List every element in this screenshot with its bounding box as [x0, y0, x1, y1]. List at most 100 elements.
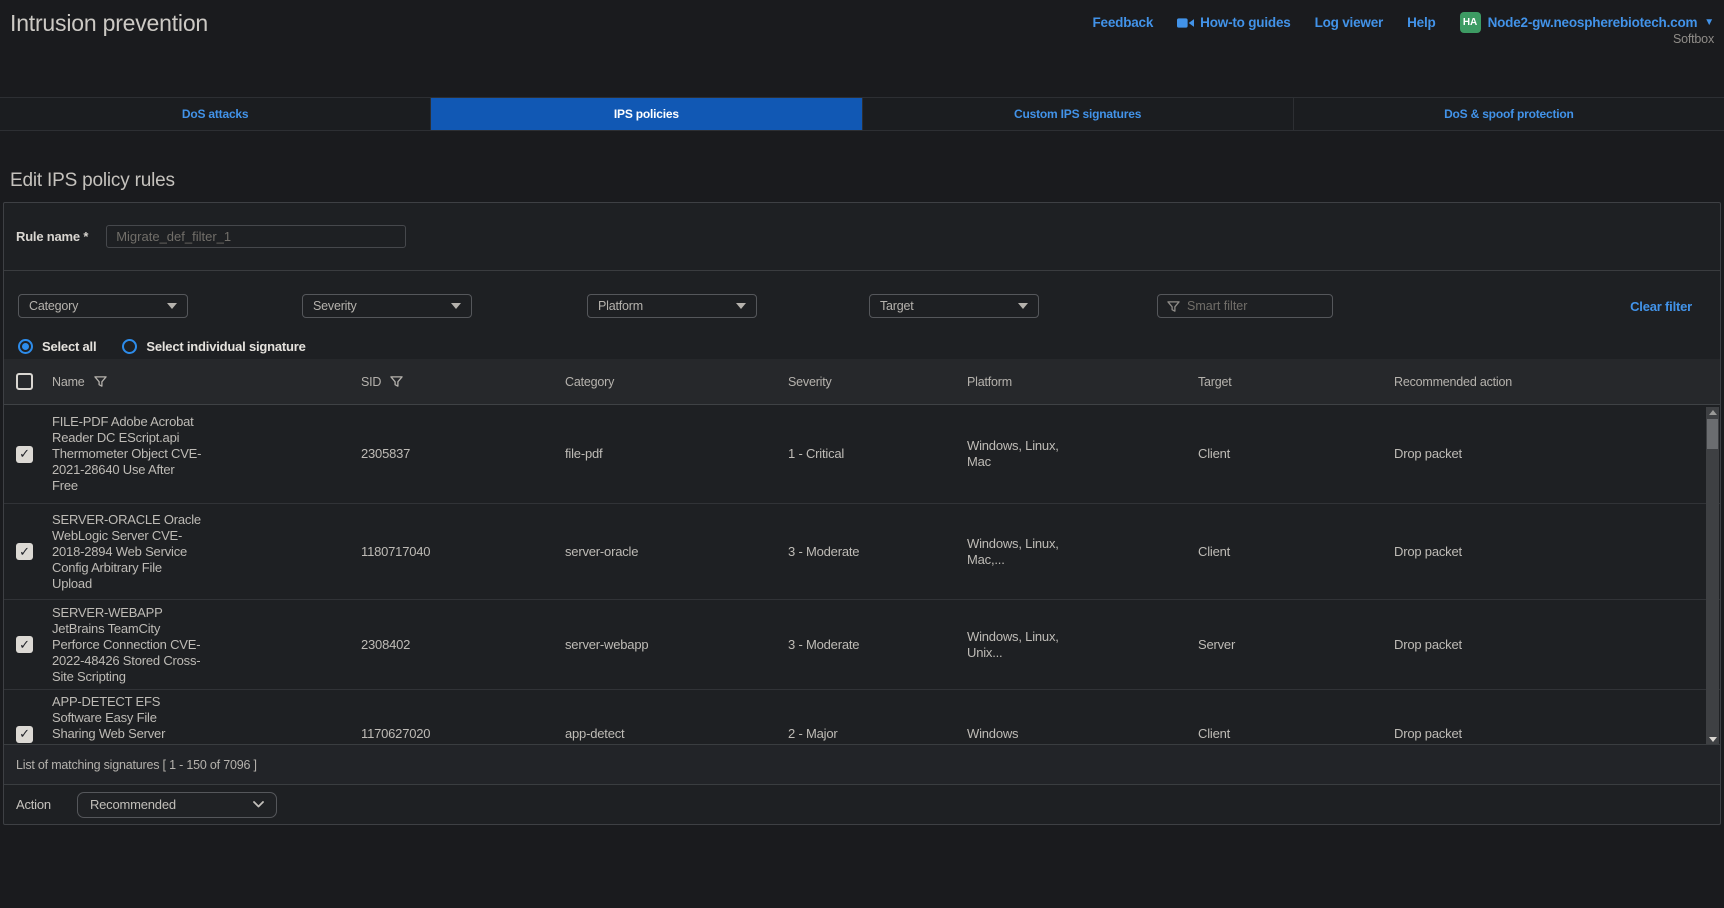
column-header-platform: Platform — [967, 375, 1198, 389]
selection-mode-row: Select all Select individual signature — [4, 337, 1720, 355]
category-dropdown[interactable]: Category — [18, 294, 188, 318]
radio-icon — [18, 339, 33, 354]
signature-name-cell: FILE-PDF Adobe Acrobat Reader DC EScript… — [52, 414, 202, 494]
table-row: ✓ FILE-PDF Adobe Acrobat Reader DC EScrip… — [4, 405, 1720, 503]
tab-label: DoS attacks — [182, 107, 249, 121]
target-cell: Server — [1198, 637, 1394, 653]
scrollbar-down-icon[interactable] — [1709, 737, 1717, 742]
tab-ips-policies[interactable]: IPS policies — [431, 98, 862, 130]
feedback-link[interactable]: Feedback — [1092, 15, 1153, 30]
funnel-icon[interactable] — [390, 375, 403, 388]
radio-icon — [122, 339, 137, 354]
table-row: ✓ APP-DETECT EFS Software Easy File Shari… — [4, 690, 1720, 744]
top-nav: Feedback How-to guides Log viewer Help H… — [1092, 12, 1714, 33]
recommended-action-cell: Drop packet — [1394, 726, 1720, 742]
severity-cell: 1 - Critical — [788, 446, 967, 462]
log-viewer-link[interactable]: Log viewer — [1315, 15, 1384, 30]
rule-name-row: Rule name * — [4, 203, 1720, 271]
table-row: ✓ SERVER-WEBAPP JetBrains TeamCity Perfor… — [4, 599, 1720, 689]
clear-filter-link[interactable]: Clear filter — [1630, 299, 1692, 314]
dropdown-label: Category — [29, 299, 78, 313]
chevron-down-icon: ▼ — [1704, 17, 1714, 28]
sid-cell: 2308402 — [361, 637, 565, 653]
signature-name-cell: SERVER-WEBAPP JetBrains TeamCity Perforc… — [52, 605, 202, 685]
severity-cell: 3 - Moderate — [788, 544, 967, 560]
column-header-recommended-action: Recommended action — [1394, 375, 1720, 389]
tab-dos-spoof-protection[interactable]: DoS & spoof protection — [1294, 98, 1724, 130]
dropdown-label: Target — [880, 299, 914, 313]
category-cell: file-pdf — [565, 446, 788, 462]
signature-name-cell: APP-DETECT EFS Software Easy File Sharin… — [52, 694, 202, 744]
column-header-target: Target — [1198, 375, 1394, 389]
column-header-label: Severity — [788, 375, 832, 389]
table-body: ✓ FILE-PDF Adobe Acrobat Reader DC EScrip… — [4, 405, 1720, 744]
top-header: Intrusion prevention Feedback How-to gui… — [0, 0, 1724, 97]
severity-dropdown[interactable]: Severity — [302, 294, 472, 318]
tab-label: Custom IPS signatures — [1014, 107, 1141, 121]
help-link[interactable]: Help — [1407, 15, 1435, 30]
device-menu[interactable]: HA Node2-gw.neospherebiotech.com ▼ — [1460, 12, 1714, 33]
radio-select-individual-signature[interactable]: Select individual signature — [122, 339, 305, 354]
row-checkbox-cell: ✓ — [4, 726, 52, 743]
tab-custom-ips-signatures[interactable]: Custom IPS signatures — [863, 98, 1294, 130]
target-cell: Client — [1198, 446, 1394, 462]
table-header: Name SIDCategorySeverity Platform Target Rec… — [4, 359, 1720, 405]
rule-name-label: Rule name * — [16, 225, 88, 248]
row-checkbox-cell: ✓ — [4, 446, 52, 463]
radio-select-all[interactable]: Select all — [18, 339, 96, 354]
table-footer: List of matching signatures [ 1 - 150 of… — [4, 744, 1720, 784]
action-select[interactable]: Recommended — [77, 792, 277, 818]
chevron-down-icon — [167, 303, 177, 309]
tab-bar: DoS attacks IPS policies Custom IPS signat… — [0, 97, 1724, 131]
column-header-label: Name — [52, 375, 85, 389]
smart-filter-box — [1157, 294, 1333, 318]
tab-dos-attacks[interactable]: DoS attacks — [0, 98, 431, 130]
header-checkbox-cell — [4, 373, 52, 390]
dropdown-label: Platform — [598, 299, 643, 313]
platform-cell: Windows, Linux, Unix... — [967, 629, 1079, 661]
column-header-label: Target — [1198, 375, 1232, 389]
action-label: Action — [16, 797, 51, 812]
target-cell: Client — [1198, 726, 1394, 742]
target-cell: Client — [1198, 544, 1394, 560]
section-title: Edit IPS policy rules — [10, 170, 1724, 196]
rule-name-input[interactable] — [106, 225, 406, 248]
platform-dropdown[interactable]: Platform — [587, 294, 757, 318]
column-header-name: Name — [52, 375, 361, 389]
radio-label: Select individual signature — [146, 339, 305, 354]
edit-ips-policy-panel: Rule name * CategorySeverityPlatformTarg… — [3, 202, 1721, 825]
category-cell: app-detect — [565, 726, 788, 742]
funnel-icon[interactable] — [94, 375, 107, 388]
row-checkbox[interactable]: ✓ — [16, 726, 33, 743]
clipped-row-wrapper: ✓ APP-DETECT EFS Software Easy File Shari… — [4, 689, 1720, 744]
column-header-sid: SID — [361, 375, 565, 389]
page-title: Intrusion prevention — [10, 10, 208, 37]
column-header-label: Recommended action — [1394, 375, 1512, 389]
howto-guides-label: How-to guides — [1200, 15, 1290, 30]
sid-cell: 2305837 — [361, 446, 565, 462]
severity-cell: 3 - Moderate — [788, 637, 967, 653]
severity-cell: 2 - Major — [788, 726, 967, 742]
sid-cell: 1180717040 — [361, 544, 565, 560]
column-header-severity: Severity — [788, 375, 967, 389]
chevron-down-icon — [253, 801, 264, 808]
recommended-action-cell: Drop packet — [1394, 446, 1720, 462]
scrollbar-thumb[interactable] — [1707, 419, 1718, 449]
row-checkbox[interactable]: ✓ — [16, 543, 33, 560]
column-header-category: Category — [565, 375, 788, 389]
target-dropdown[interactable]: Target — [869, 294, 1039, 318]
ha-badge: HA — [1460, 12, 1481, 33]
funnel-icon — [1167, 300, 1180, 313]
recommended-action-cell: Drop packet — [1394, 544, 1720, 560]
smart-filter-input[interactable] — [1187, 299, 1317, 313]
row-checkbox[interactable]: ✓ — [16, 446, 33, 463]
select-all-checkbox[interactable] — [16, 373, 33, 390]
tab-label: DoS & spoof protection — [1444, 107, 1574, 121]
table-scrollbar[interactable] — [1706, 407, 1719, 744]
column-header-label: Platform — [967, 375, 1012, 389]
scrollbar-up-icon[interactable] — [1709, 410, 1717, 415]
howto-guides-link[interactable]: How-to guides — [1177, 15, 1290, 30]
filter-row: Category Severity Platform Target Clear fil… — [4, 294, 1720, 318]
row-checkbox[interactable]: ✓ — [16, 636, 33, 653]
platform-cell: Windows — [967, 726, 1079, 742]
